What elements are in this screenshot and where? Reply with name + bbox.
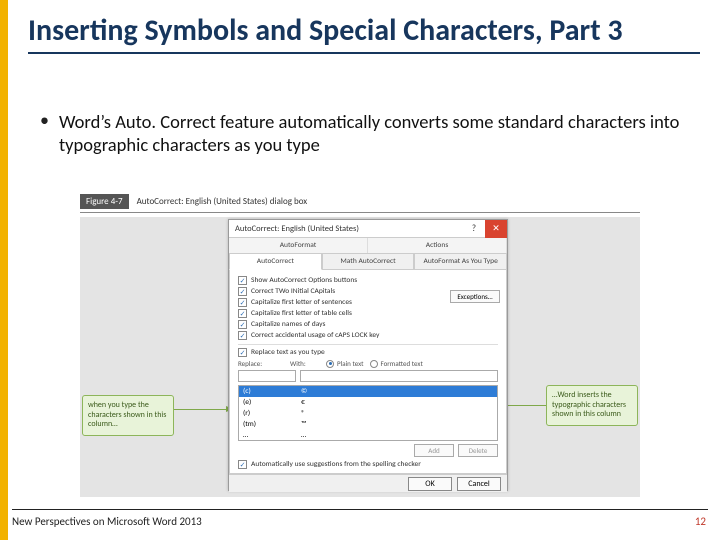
check-label: Correct TWo INitial CApitals xyxy=(251,287,335,296)
check-label: Show AutoCorrect Options buttons xyxy=(251,276,357,285)
with-label: With: xyxy=(290,359,320,368)
figure-header: Figure 4-7 AutoCorrect: English (United … xyxy=(80,192,640,210)
tab-math-autocorrect[interactable]: Math AutoCorrect xyxy=(322,254,415,270)
checkbox-days[interactable] xyxy=(238,320,247,329)
radio-formatted-text[interactable] xyxy=(370,360,378,368)
replace-with-row: Replace: With: Plain text Formatted text xyxy=(238,359,498,368)
dialog-footer: OK Cancel xyxy=(229,474,507,492)
autocorrect-list[interactable]: (c)© (e)€ (r)® (tm)™ …… xyxy=(238,385,498,441)
figure-body: when you type the characters shown in th… xyxy=(80,217,640,497)
check-label: Capitalize names of days xyxy=(251,320,325,329)
list-row: …… xyxy=(239,430,497,441)
separator xyxy=(238,344,498,345)
exceptions-button[interactable]: Exceptions… xyxy=(450,290,500,303)
checkbox-spellcheck-suggest[interactable] xyxy=(238,460,247,469)
check-label: Automatically use suggestions from the s… xyxy=(251,460,421,469)
list-row: (r)® xyxy=(239,408,497,419)
dialog-titlebar: AutoCorrect: English (United States) ? ✕ xyxy=(229,220,507,238)
list-row: (c)© xyxy=(239,386,497,397)
with-input[interactable] xyxy=(300,370,498,382)
accent-bar-left xyxy=(0,0,8,540)
check-label: Capitalize first letter of sentences xyxy=(251,298,352,307)
dialog-tabs-row1: AutoFormat Actions xyxy=(229,238,507,254)
radio-formatted-label: Formatted text xyxy=(381,359,423,368)
dialog-tabs-row2: AutoCorrect Math AutoCorrect AutoFormat … xyxy=(229,254,507,270)
checkbox-table-cells[interactable] xyxy=(238,309,247,318)
figure-divider xyxy=(80,212,640,213)
slide-title: Inserting Symbols and Special Characters… xyxy=(28,14,700,54)
delete-button[interactable]: Delete xyxy=(458,444,498,457)
radio-plain-text[interactable] xyxy=(326,360,334,368)
footer-rule xyxy=(12,509,708,510)
bullet-marker: • xyxy=(40,110,49,156)
replace-input[interactable] xyxy=(238,370,296,382)
tab-autoformat[interactable]: AutoFormat xyxy=(229,238,368,253)
list-row: (tm)™ xyxy=(239,419,497,430)
autocorrect-dialog: AutoCorrect: English (United States) ? ✕… xyxy=(228,219,508,491)
callout-right: …Word inserts the typographic characters… xyxy=(546,385,638,426)
checkbox-show-options[interactable] xyxy=(238,276,247,285)
page-number: 12 xyxy=(695,515,706,528)
callout-left-arrow xyxy=(174,409,232,410)
replace-label: Replace: xyxy=(238,359,284,368)
check-label: Replace text as you type xyxy=(251,348,325,357)
replace-input-row xyxy=(238,368,498,382)
bullet-item: • Word’s Auto. Correct feature automatic… xyxy=(40,110,680,156)
figure-number: Figure 4-7 xyxy=(80,194,129,209)
check-label: Correct accidental usage of cAPS LOCK ke… xyxy=(251,331,379,340)
help-button[interactable]: ? xyxy=(463,220,485,238)
list-row: (e)€ xyxy=(239,397,497,408)
checkbox-replace-as-type[interactable] xyxy=(238,348,247,357)
cancel-button[interactable]: Cancel xyxy=(457,477,501,491)
check-label: Capitalize first letter of table cells xyxy=(251,309,352,318)
tab-autoformat-as-type[interactable]: AutoFormat As You Type xyxy=(414,254,507,270)
footer-text: New Perspectives on Microsoft Word 2013 xyxy=(12,515,202,528)
close-button[interactable]: ✕ xyxy=(485,220,507,238)
figure-caption: AutoCorrect: English (United States) dia… xyxy=(137,196,308,207)
figure: Figure 4-7 AutoCorrect: English (United … xyxy=(80,192,640,497)
checkbox-two-caps[interactable] xyxy=(238,287,247,296)
dialog-body: Show AutoCorrect Options buttons Excepti… xyxy=(229,270,507,474)
bullet-text: Word’s Auto. Correct feature automatical… xyxy=(59,110,680,156)
dialog-title: AutoCorrect: English (United States) xyxy=(235,224,359,234)
callout-left: when you type the characters shown in th… xyxy=(82,395,174,436)
checkbox-sentence[interactable] xyxy=(238,298,247,307)
checkbox-capslock[interactable] xyxy=(238,331,247,340)
radio-plain-label: Plain text xyxy=(337,359,364,368)
ok-button[interactable]: OK xyxy=(408,477,452,491)
tab-actions[interactable]: Actions xyxy=(368,238,507,253)
add-button[interactable]: Add xyxy=(414,444,454,457)
tab-autocorrect[interactable]: AutoCorrect xyxy=(229,254,322,270)
